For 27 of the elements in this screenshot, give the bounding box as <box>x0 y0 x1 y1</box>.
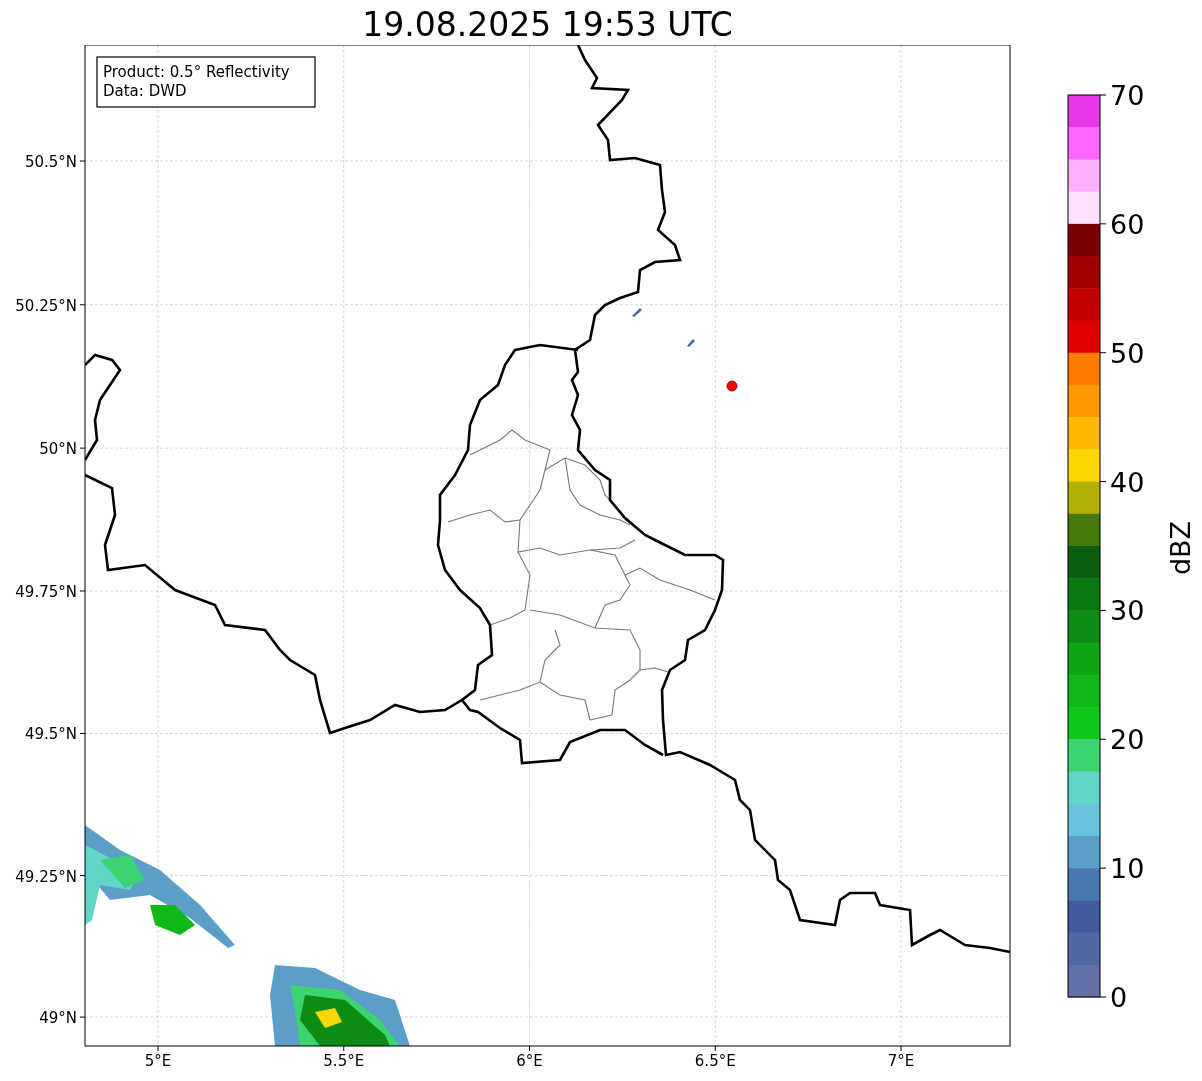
latitude-label: 50°N <box>39 440 77 459</box>
chart-title: 19.08.2025 19:53 UTC <box>362 5 733 45</box>
longitude-label: 5.5°E <box>323 1052 365 1070</box>
longitude-label: 7°E <box>887 1052 915 1070</box>
colorbar-tick-label: 10 <box>1110 853 1145 885</box>
latitude-label: 49.5°N <box>24 725 77 744</box>
longitude-label: 5°E <box>144 1052 172 1070</box>
latitude-label: 49°N <box>39 1009 77 1028</box>
longitude-label: 6°E <box>516 1052 543 1070</box>
colorbar-tick-label: 40 <box>1110 466 1145 498</box>
colorbar-tick-label: 20 <box>1110 724 1145 756</box>
longitude-label: 6.5°E <box>694 1052 736 1070</box>
legend-text: Product: 0.5° Reflectivity <box>103 63 290 81</box>
legend-text: Data: DWD <box>103 82 187 100</box>
radar-echo <box>687 339 695 347</box>
colorbar-tick-label: 70 <box>1110 80 1145 111</box>
latitude-label: 49.75°N <box>15 583 77 601</box>
radar-echo <box>632 308 642 317</box>
colorbar-tick-label: 30 <box>1110 595 1145 627</box>
colorbar-tick-label: 0 <box>1110 982 1128 1013</box>
colorbar-label: dBZ <box>1165 520 1196 576</box>
colorbar-tick-label: 50 <box>1110 337 1145 369</box>
colorbar-tick-label: 60 <box>1110 208 1145 240</box>
latitude-label: 50.5°N <box>24 153 77 171</box>
latitude-label: 50.25°N <box>15 296 77 315</box>
latitude-label: 49.25°N <box>15 867 77 886</box>
location-marker-icon <box>726 380 738 392</box>
